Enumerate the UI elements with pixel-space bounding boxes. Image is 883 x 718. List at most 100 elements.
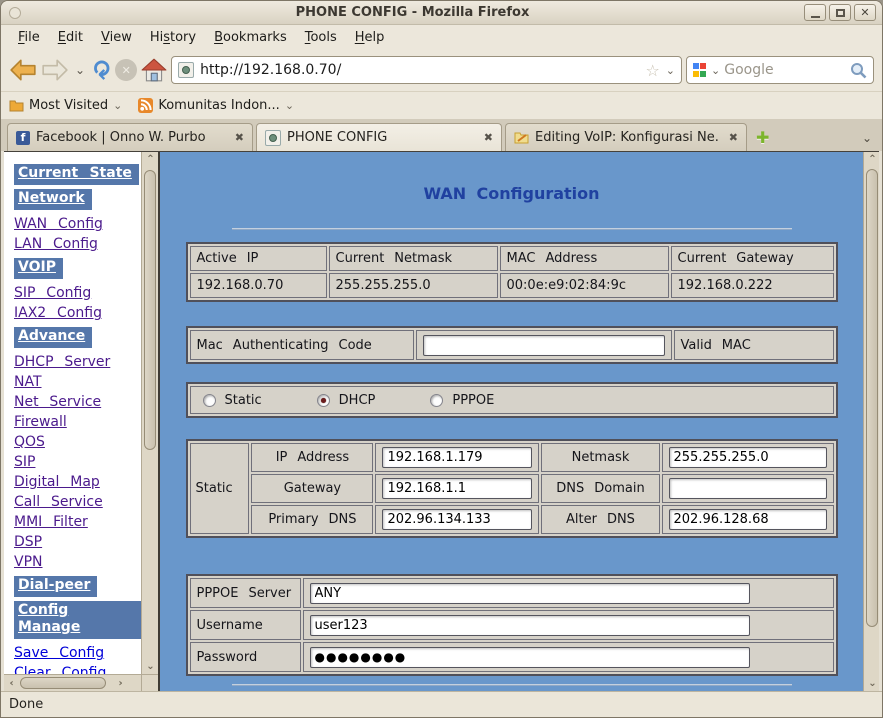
maximize-button[interactable] [829, 4, 851, 21]
home-button[interactable] [141, 58, 167, 82]
sidebar-header-config-manage[interactable]: Config Manage [14, 601, 141, 639]
sidebar-item-clear-config[interactable]: Clear Config [14, 663, 106, 674]
minimize-icon [811, 16, 820, 18]
sidebar-item-vpn[interactable]: VPN [14, 552, 43, 572]
alter-dns-input[interactable] [669, 509, 827, 530]
history-dropdown-icon[interactable]: ⌄ [73, 63, 87, 77]
minimize-button[interactable] [804, 4, 826, 21]
sidebar-item-nat[interactable]: NAT [14, 372, 42, 392]
bookmark-star-icon[interactable]: ☆ [645, 61, 659, 80]
browser-window: PHONE CONFIG - Mozilla Firefox ✕ File Ed… [0, 0, 883, 718]
current-gateway-value: 192.168.0.222 [671, 273, 834, 298]
scroll-down-icon[interactable]: ⌄ [865, 676, 879, 691]
menu-tools[interactable]: Tools [296, 28, 346, 47]
window-titlebar[interactable]: PHONE CONFIG - Mozilla Firefox ✕ [1, 1, 882, 25]
close-button[interactable]: ✕ [854, 4, 876, 21]
sidebar-item-dsp[interactable]: DSP [14, 532, 42, 552]
url-bar[interactable]: http://192.168.0.70/ ☆ ⌄ [171, 56, 682, 84]
tab-phone-config[interactable]: PHONE CONFIG ✖ [256, 123, 502, 151]
pppoe-server-input[interactable] [310, 583, 750, 604]
tab-facebook[interactable]: f Facebook | Onno W. Purbo ✖ [7, 123, 253, 151]
edit-page-icon [514, 131, 529, 144]
stop-button[interactable]: ✕ [115, 59, 137, 81]
page-favicon [265, 130, 281, 146]
sidebar-item-mmi-filter[interactable]: MMI Filter [14, 512, 88, 532]
scroll-thumb[interactable] [866, 169, 878, 627]
mac-auth-code-input[interactable] [423, 335, 665, 356]
menu-bookmarks[interactable]: Bookmarks [205, 28, 296, 47]
scroll-thumb[interactable] [144, 170, 156, 450]
search-input[interactable]: Google [724, 62, 846, 78]
table-row: Active IP Current Netmask MAC Address Cu… [190, 246, 834, 271]
menu-history[interactable]: History [141, 28, 205, 47]
url-text[interactable]: http://192.168.0.70/ [200, 62, 639, 78]
password-input[interactable] [310, 647, 750, 668]
scrollbar-corner [141, 674, 158, 691]
sidebar-header-dial-peer[interactable]: Dial-peer [14, 576, 97, 597]
sidebar-header-advance[interactable]: Advance [14, 327, 92, 348]
search-box[interactable]: ⌄ Google [686, 56, 874, 84]
sidebar-item-sip-config[interactable]: SIP Config [14, 283, 91, 303]
url-dropdown-icon[interactable]: ⌄ [666, 64, 675, 77]
menu-view[interactable]: View [92, 28, 141, 47]
sidebar-header-voip[interactable]: VOIP [14, 258, 63, 279]
sidebar-horizontal-scrollbar[interactable]: ‹ › [4, 674, 141, 691]
menu-help[interactable]: Help [346, 28, 394, 47]
table-row: Static IP Address Netmask [190, 443, 834, 472]
forward-button[interactable] [41, 58, 69, 82]
sidebar-item-net-service[interactable]: Net Service [14, 392, 101, 412]
radio-button-icon[interactable] [430, 394, 443, 407]
field-label: PPPOE Server [190, 578, 301, 608]
sidebar-item-firewall[interactable]: Firewall [14, 412, 67, 432]
current-netmask-value: 255.255.255.0 [329, 273, 498, 298]
sidebar-header-current-state[interactable]: Current State [14, 164, 139, 185]
tab-close-icon[interactable]: ✖ [231, 131, 244, 144]
scroll-up-icon[interactable]: ⌃ [143, 152, 158, 167]
scroll-left-icon[interactable]: ‹ [4, 676, 19, 691]
table-row: Mac Authenticating Code Valid MAC [190, 330, 834, 360]
radio-pppoe[interactable]: PPPOE [430, 393, 494, 408]
radio-button-icon[interactable] [317, 394, 330, 407]
sidebar-vertical-scrollbar[interactable]: ⌃ ⌄ [141, 152, 158, 674]
bookmark-label: Most Visited [29, 98, 108, 113]
tab-label: Editing VoIP: Konfigurasi Ne... [535, 130, 719, 145]
sidebar-item-lan-config[interactable]: LAN Config [14, 234, 98, 254]
tab-editing-voip[interactable]: Editing VoIP: Konfigurasi Ne... ✖ [505, 123, 747, 151]
gateway-input[interactable] [382, 478, 532, 499]
sidebar-item-iax2-config[interactable]: IAX2 Config [14, 303, 102, 323]
sidebar-item-save-config[interactable]: Save Config [14, 643, 104, 663]
tab-close-icon[interactable]: ✖ [480, 131, 493, 144]
search-engine-dropdown-icon[interactable]: ⌄ [711, 64, 720, 77]
radio-static[interactable]: Static [203, 393, 262, 408]
reload-button[interactable]: ⟳ [91, 58, 111, 82]
scroll-right-icon[interactable]: › [113, 676, 128, 691]
tab-list-dropdown-icon[interactable]: ⌄ [862, 131, 872, 145]
menu-edit[interactable]: Edit [49, 28, 92, 47]
username-input[interactable] [310, 615, 750, 636]
dns-domain-input[interactable] [669, 478, 827, 499]
scroll-up-icon[interactable]: ⌃ [865, 152, 879, 167]
back-button[interactable] [9, 58, 37, 82]
sidebar-item-dhcp-server[interactable]: DHCP Server [14, 352, 110, 372]
radio-dhcp[interactable]: DHCP [317, 393, 376, 408]
sidebar-item-qos[interactable]: QOS [14, 432, 45, 452]
radio-button-icon[interactable] [203, 394, 216, 407]
tab-close-icon[interactable]: ✖ [725, 131, 738, 144]
sidebar-item-wan-config[interactable]: WAN Config [14, 214, 103, 234]
new-tab-button[interactable]: ✚ [756, 128, 769, 147]
netmask-input[interactable] [669, 447, 827, 468]
bookmark-komunitas[interactable]: Komunitas Indon... ⌄ [138, 98, 294, 113]
sidebar-item-call-service[interactable]: Call Service [14, 492, 103, 512]
sidebar-item-digital-map[interactable]: Digital Map [14, 472, 100, 492]
table-row: Username [190, 610, 834, 640]
main-vertical-scrollbar[interactable]: ⌃ ⌄ [863, 152, 879, 691]
search-magnifier-icon[interactable] [850, 62, 867, 79]
bookmark-most-visited[interactable]: Most Visited ⌄ [9, 98, 122, 113]
sidebar-header-network[interactable]: Network [14, 189, 92, 210]
scroll-down-icon[interactable]: ⌄ [143, 659, 158, 674]
sidebar-item-sip[interactable]: SIP [14, 452, 35, 472]
primary-dns-input[interactable] [382, 509, 532, 530]
ip-address-input[interactable] [382, 447, 532, 468]
menu-file[interactable]: File [9, 28, 49, 47]
scroll-thumb[interactable] [20, 677, 106, 689]
